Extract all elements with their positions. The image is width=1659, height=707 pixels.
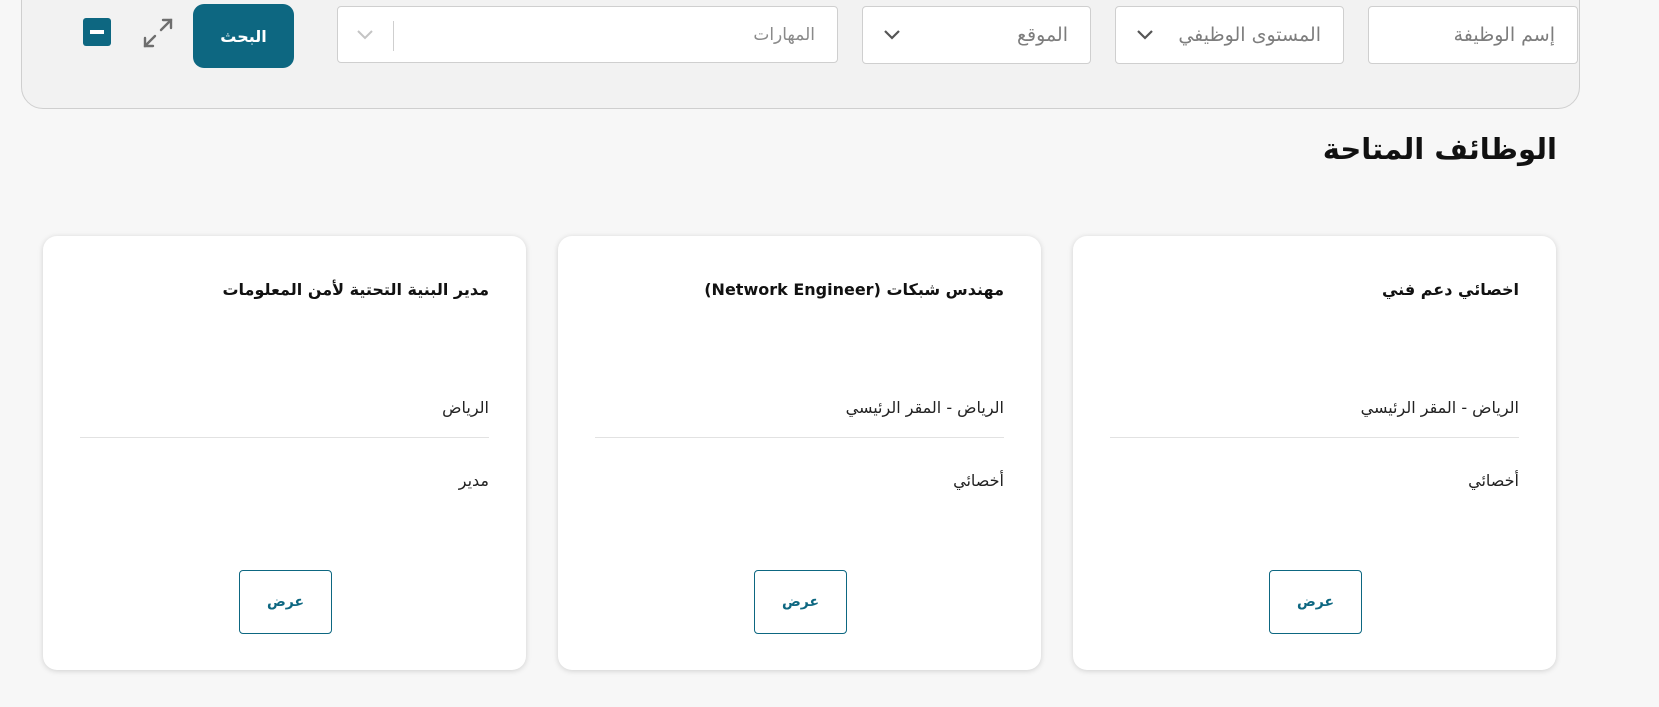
job-location: الرياض - المقر الرئيسي (845, 398, 1004, 417)
job-level-select[interactable]: المستوى الوظيفي (1115, 6, 1344, 64)
job-location: الرياض (442, 398, 489, 417)
filter-panel: إسم الوظيفة المستوى الوظيفي الموقع المها… (21, 0, 1580, 109)
view-button[interactable]: عرض (1269, 570, 1362, 634)
job-title: اخصائي دعم فني (1381, 280, 1519, 299)
location-select[interactable]: الموقع (862, 6, 1091, 64)
skills-select[interactable]: المهارات (337, 6, 838, 63)
job-title: مهندس شبكات (Network Engineer) (704, 280, 1004, 299)
view-button[interactable]: عرض (754, 570, 847, 634)
divider (80, 437, 489, 438)
divider (595, 437, 1004, 438)
page: إسم الوظيفة المستوى الوظيفي الموقع المها… (0, 0, 1659, 707)
divider (1110, 437, 1519, 438)
skills-separator (393, 21, 394, 51)
job-name-placeholder: إسم الوظيفة (1453, 24, 1555, 46)
page-title: الوظائف المتاحة (1322, 132, 1557, 166)
chevron-down-icon (357, 29, 373, 39)
view-button[interactable]: عرض (239, 570, 332, 634)
chevron-down-icon (884, 30, 900, 40)
job-card: مدير البنية التحتية لأمن المعلومات الريا… (43, 236, 526, 670)
minus-square-icon[interactable] (83, 18, 111, 46)
job-level: أخصائي (1468, 471, 1519, 490)
job-card: مهندس شبكات (Network Engineer) الرياض - … (558, 236, 1041, 670)
job-title: مدير البنية التحتية لأمن المعلومات (222, 280, 489, 299)
location-placeholder: الموقع (1016, 24, 1068, 46)
search-button[interactable]: البحث (193, 4, 294, 68)
job-card: اخصائي دعم فني الرياض - المقر الرئيسي أخ… (1073, 236, 1556, 670)
job-name-input[interactable]: إسم الوظيفة (1368, 6, 1578, 64)
job-level: مدير (458, 471, 489, 490)
skills-placeholder: المهارات (753, 24, 815, 45)
job-location: الرياض - المقر الرئيسي (1360, 398, 1519, 417)
job-level: أخصائي (953, 471, 1004, 490)
chevron-down-icon (1137, 30, 1153, 40)
expand-icon[interactable] (141, 16, 175, 50)
job-level-placeholder: المستوى الوظيفي (1178, 24, 1321, 46)
